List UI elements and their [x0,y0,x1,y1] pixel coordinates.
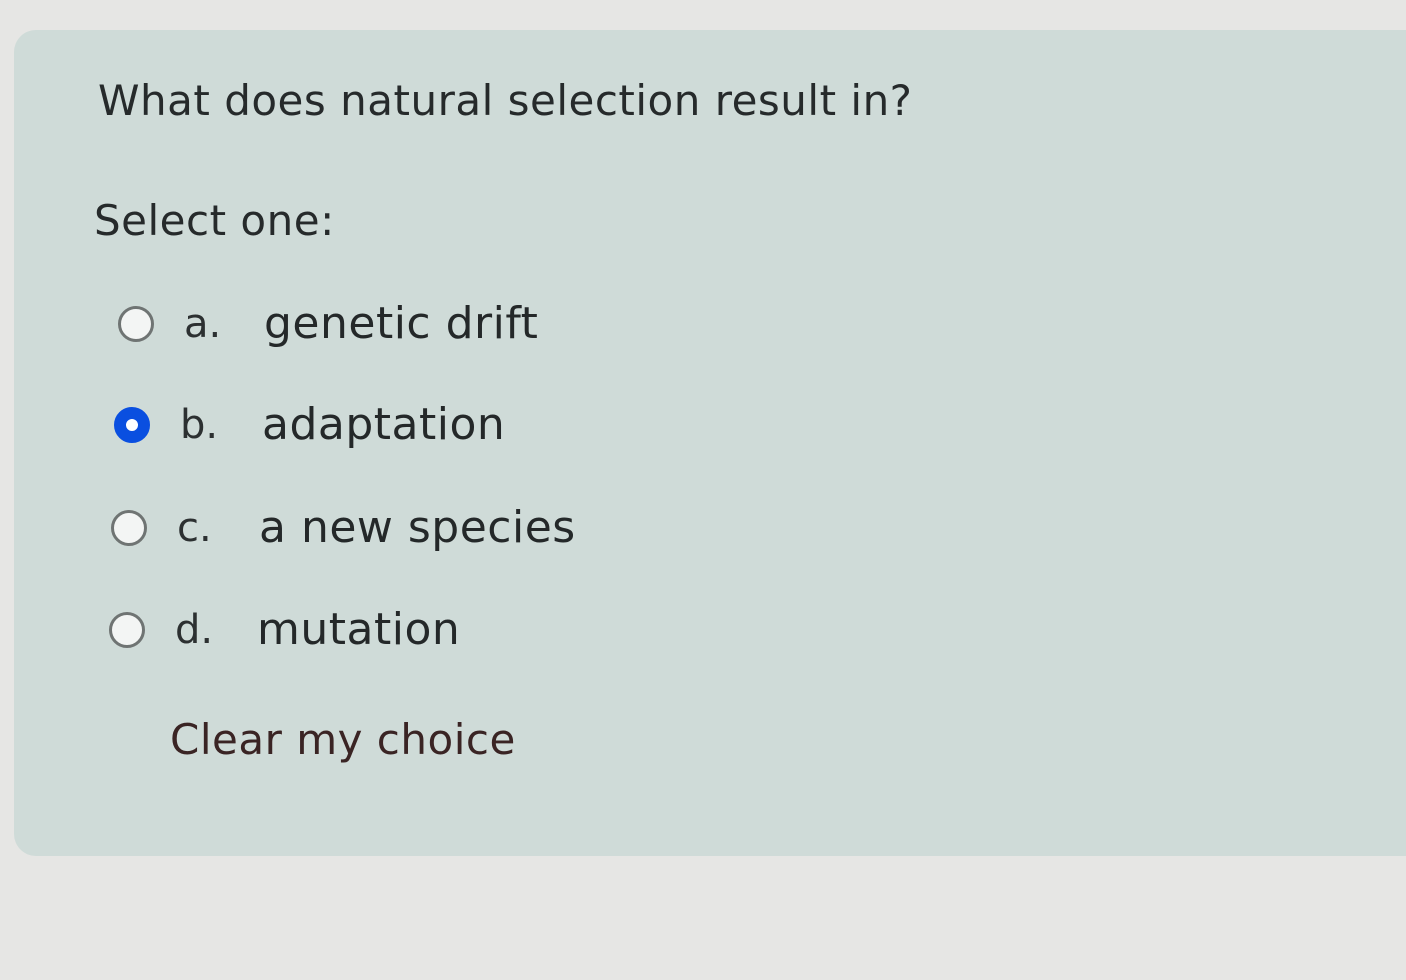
option-a[interactable]: a. genetic drift [118,299,548,349]
option-a-letter: a. [184,301,222,347]
option-c-label: a new species [259,502,576,553]
option-b-label: adaptation [262,399,506,450]
question-text: What does natural selection result in? [98,76,913,125]
option-d-radio[interactable] [109,612,145,648]
option-b[interactable]: b. adaptation [114,400,514,450]
clear-my-choice-link[interactable]: Clear my choice [170,715,516,764]
option-a-label: genetic drift [264,298,539,349]
option-c[interactable]: c. a new species [111,503,581,553]
option-b-radio[interactable] [114,407,150,443]
select-one-prompt: Select one: [94,196,335,245]
option-c-radio[interactable] [111,510,147,546]
option-d-label: mutation [257,604,461,655]
option-a-radio[interactable] [118,306,154,342]
option-b-letter: b. [180,402,219,448]
option-d[interactable]: d. mutation [109,605,469,655]
option-c-letter: c. [177,505,212,551]
option-d-letter: d. [175,607,214,653]
